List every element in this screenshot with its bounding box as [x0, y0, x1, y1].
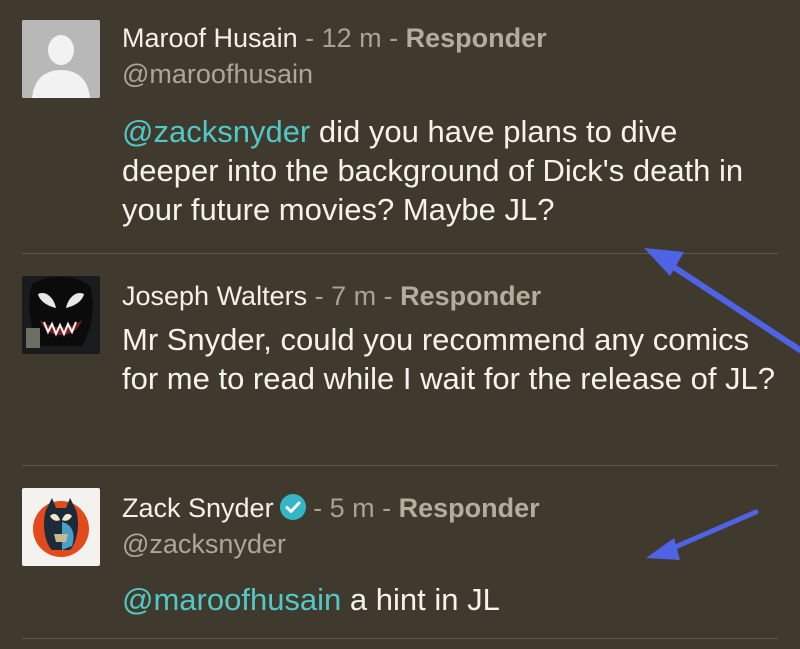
annotation-arrows — [644, 248, 800, 560]
annotation-arrow — [644, 248, 800, 353]
annotation-arrow — [646, 509, 759, 560]
